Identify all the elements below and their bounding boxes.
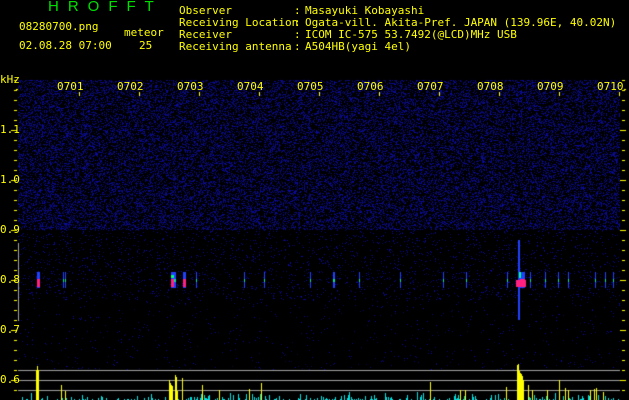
- antenna-label: Receiving antenna: [179, 40, 292, 53]
- time-tick-label: 0704: [237, 80, 264, 93]
- time-tick-label: 0705: [297, 80, 324, 93]
- y-tick-label: 0.9: [0, 223, 20, 236]
- time-tick-label: 0701: [57, 80, 84, 93]
- app-title: HROFFT: [48, 0, 163, 15]
- y-unit-label: kHz: [0, 73, 20, 86]
- y-tick-label: 1.0: [0, 173, 20, 186]
- datetime: 02.08.28 07:00: [19, 39, 112, 52]
- y-tick-label: 1.1: [0, 123, 20, 136]
- spectrogram: [0, 0, 629, 400]
- time-tick-label: 0709: [537, 80, 564, 93]
- time-tick-label: 0702: [117, 80, 144, 93]
- y-tick-label: 0.8: [0, 273, 20, 286]
- time-tick-label: 0703: [177, 80, 204, 93]
- time-tick-label: 0706: [357, 80, 384, 93]
- time-tick-label: 0707: [417, 80, 444, 93]
- time-tick-label: 0710: [597, 80, 624, 93]
- filename: 08280700.png: [19, 20, 99, 33]
- time-tick-label: 0708: [477, 80, 504, 93]
- sep: :: [294, 40, 301, 53]
- antenna-value: A504HB(yagi 4el): [305, 40, 411, 53]
- y-tick-label: 0.6: [0, 373, 20, 386]
- y-tick-label: 0.7: [0, 323, 20, 336]
- meteor-count: 25: [139, 39, 153, 52]
- meteor-label: meteor: [124, 26, 164, 39]
- hrofft-window: HROFFT 08280700.png 02.08.28 07:00 meteo…: [0, 0, 629, 400]
